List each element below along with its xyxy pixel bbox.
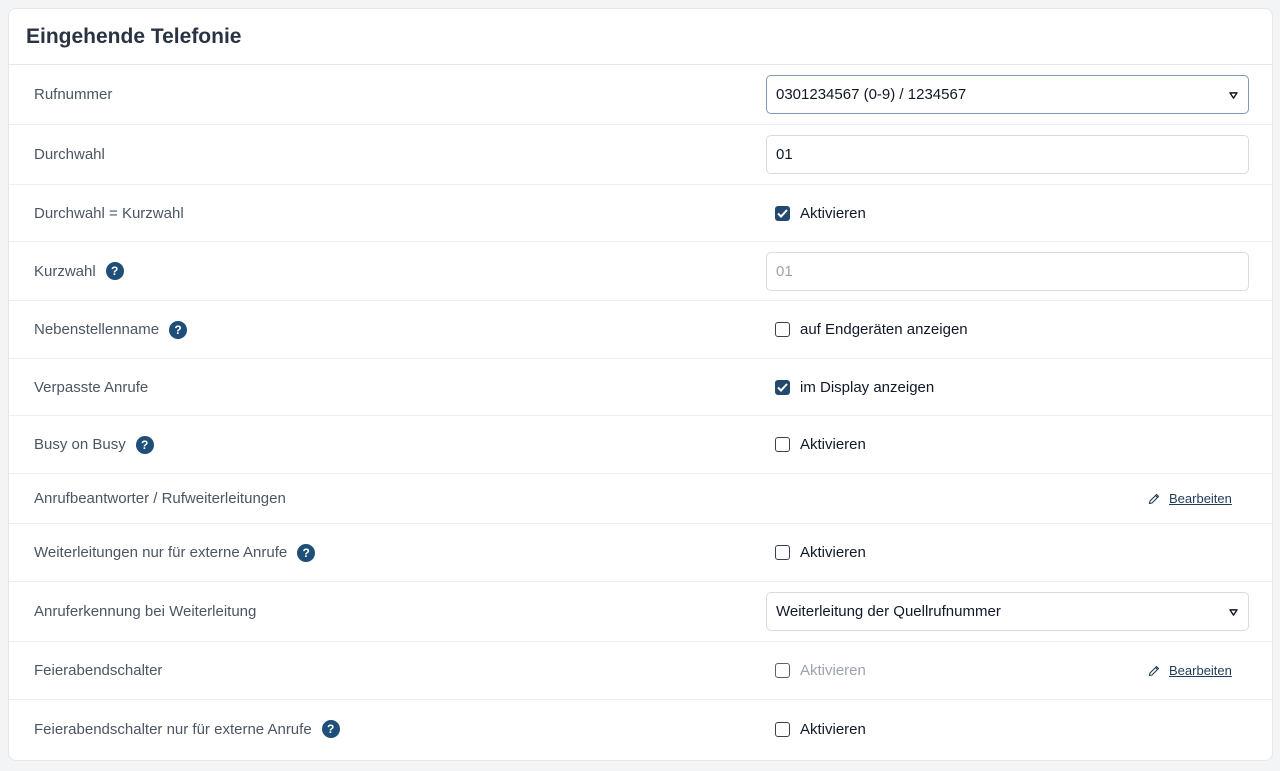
anrufbeantworter-edit-label: Bearbeiten xyxy=(1169,491,1232,506)
control-durchwahl-kurzwahl: Aktivieren xyxy=(766,205,1249,222)
label-nebenstellenname: Nebenstellenname xyxy=(34,321,160,338)
row-anruferkennung: Anruferkennung bei Weiterleitung Weiterl… xyxy=(9,582,1272,642)
question-circle-icon[interactable]: ? xyxy=(135,435,154,454)
row-label: Durchwahl = Kurzwahl xyxy=(34,205,184,222)
caret-down-icon xyxy=(1229,608,1238,616)
row-label: Durchwahl xyxy=(34,146,105,163)
card-title: Eingehende Telefonie xyxy=(26,24,242,48)
durchwahl-kurzwahl-check-label: Aktivieren xyxy=(800,204,866,222)
pencil-icon xyxy=(1148,665,1160,676)
nebenstellenname-check-label: auf Endgeräten anzeigen xyxy=(800,321,968,338)
row-kurzwahl: Kurzwahl ? 01 xyxy=(9,242,1272,301)
rufnummer-select[interactable]: 0301234567 (0-9) / 1234567 xyxy=(766,75,1249,114)
control-busy-on-busy: Aktivieren xyxy=(766,436,1249,453)
label-anruferkennung: Anruferkennung bei Weiterleitung xyxy=(34,603,257,620)
row-label: Rufnummer xyxy=(34,86,112,103)
control-durchwahl: 01 xyxy=(766,135,1249,174)
label-durchwahl: Durchwahl xyxy=(34,146,105,163)
row-label: Verpasste Anrufe xyxy=(34,379,148,396)
row-label: Busy on Busy ? xyxy=(34,435,154,454)
label-verpasste-anrufe: Verpasste Anrufe xyxy=(34,378,149,396)
durchwahl-kurzwahl-checkbox[interactable] xyxy=(775,205,790,221)
control-feierabendschalter-extern: Aktivieren xyxy=(766,721,1249,738)
question-circle-icon[interactable]: ? xyxy=(105,262,124,280)
label-anrufbeantworter: Anrufbeantworter / Rufweiterleitungen xyxy=(34,490,286,507)
durchwahl-input[interactable]: 01 xyxy=(766,135,1249,174)
weiterleitungen-extern-checkbox[interactable] xyxy=(775,545,790,560)
row-anrufbeantworter: Anrufbeantworter / Rufweiterleitungen Be… xyxy=(9,474,1272,524)
busy-on-busy-checkbox[interactable] xyxy=(775,437,790,452)
anruferkennung-select-value: Weiterleitung der Quellrufnummer xyxy=(776,603,1001,620)
row-label: Nebenstellenname ? xyxy=(34,320,188,339)
row-durchwahl: Durchwahl 01 xyxy=(9,125,1272,185)
label-weiterleitungen-extern: Weiterleitungen nur für externe Anrufe xyxy=(34,544,288,561)
row-label: Kurzwahl ? xyxy=(34,262,124,280)
control-verpasste-anrufe: im Display anzeigen xyxy=(766,379,1249,396)
label-durchwahl-kurzwahl: Durchwahl = Kurzwahl xyxy=(34,204,184,222)
label-busy-on-busy: Busy on Busy xyxy=(34,436,126,453)
pencil-icon xyxy=(1148,493,1160,504)
control-anruferkennung: Weiterleitung der Quellrufnummer xyxy=(766,592,1249,631)
row-verpasste-anrufe: Verpasste Anrufe im Display anzeigen xyxy=(9,359,1272,416)
card-header: Eingehende Telefonie xyxy=(9,9,1272,65)
row-weiterleitungen-extern: Weiterleitungen nur für externe Anrufe ?… xyxy=(9,524,1272,582)
row-nebenstellenname: Nebenstellenname ? auf Endgeräten anzeig… xyxy=(9,301,1272,359)
rufnummer-select-value: 0301234567 (0-9) / 1234567 xyxy=(776,86,967,103)
feierabendschalter-extern-check-label: Aktivieren xyxy=(800,720,866,738)
feierabendschalter-extern-checkbox[interactable] xyxy=(775,721,790,737)
question-circle-icon[interactable]: ? xyxy=(297,543,316,562)
control-weiterleitungen-extern: Aktivieren xyxy=(766,544,1249,561)
caret-down-icon xyxy=(1229,91,1238,99)
checkmark-icon xyxy=(777,208,788,218)
row-label: Feierabendschalter xyxy=(34,662,162,679)
anruferkennung-select[interactable]: Weiterleitung der Quellrufnummer xyxy=(766,592,1249,631)
row-durchwahl-kurzwahl: Durchwahl = Kurzwahl Aktivieren xyxy=(9,185,1272,242)
control-rufnummer: 0301234567 (0-9) / 1234567 xyxy=(766,75,1249,114)
row-label: Anrufbeantworter / Rufweiterleitungen xyxy=(34,490,286,507)
row-label: Anruferkennung bei Weiterleitung xyxy=(34,603,256,620)
feierabendschalter-edit-link[interactable]: Bearbeiten xyxy=(1148,663,1232,678)
anrufbeantworter-edit-link[interactable]: Bearbeiten xyxy=(1148,491,1232,506)
control-kurzwahl: 01 xyxy=(766,251,1249,291)
question-circle-icon[interactable]: ? xyxy=(169,320,188,339)
nebenstellenname-checkbox[interactable] xyxy=(775,322,790,337)
row-feierabendschalter-extern: Feierabendschalter nur für externe Anruf… xyxy=(9,700,1272,758)
row-feierabendschalter: Feierabendschalter Aktivieren Bearbeiten xyxy=(9,642,1272,700)
incoming-telephony-card: Eingehende Telefonie Rufnummer 030123456… xyxy=(8,8,1273,761)
verpasste-anrufe-check-label: im Display anzeigen xyxy=(800,378,935,396)
row-label: Weiterleitungen nur für externe Anrufe ? xyxy=(34,543,316,562)
weiterleitungen-extern-check-label: Aktivieren xyxy=(800,544,866,561)
row-label: Feierabendschalter nur für externe Anruf… xyxy=(34,720,340,738)
kurzwahl-input-placeholder: 01 xyxy=(776,262,793,280)
label-feierabendschalter: Feierabendschalter xyxy=(34,662,163,679)
kurzwahl-input[interactable]: 01 xyxy=(766,251,1249,291)
feierabendschalter-checkbox[interactable] xyxy=(775,663,790,678)
control-nebenstellenname: auf Endgeräten anzeigen xyxy=(766,321,1249,338)
label-feierabendschalter-extern: Feierabendschalter nur für externe Anruf… xyxy=(34,720,312,738)
question-circle-icon[interactable]: ? xyxy=(321,720,340,738)
feierabendschalter-check-label: Aktivieren xyxy=(800,662,866,679)
verpasste-anrufe-checkbox[interactable] xyxy=(775,379,790,395)
label-rufnummer: Rufnummer xyxy=(34,86,113,103)
durchwahl-input-value: 01 xyxy=(776,146,793,163)
row-rufnummer: Rufnummer 0301234567 (0-9) / 1234567 xyxy=(9,65,1272,125)
row-busy-on-busy: Busy on Busy ? Aktivieren xyxy=(9,416,1272,474)
checkmark-icon xyxy=(777,382,788,392)
feierabendschalter-edit-label: Bearbeiten xyxy=(1169,663,1232,678)
busy-on-busy-check-label: Aktivieren xyxy=(800,436,866,453)
label-kurzwahl: Kurzwahl xyxy=(34,262,96,280)
